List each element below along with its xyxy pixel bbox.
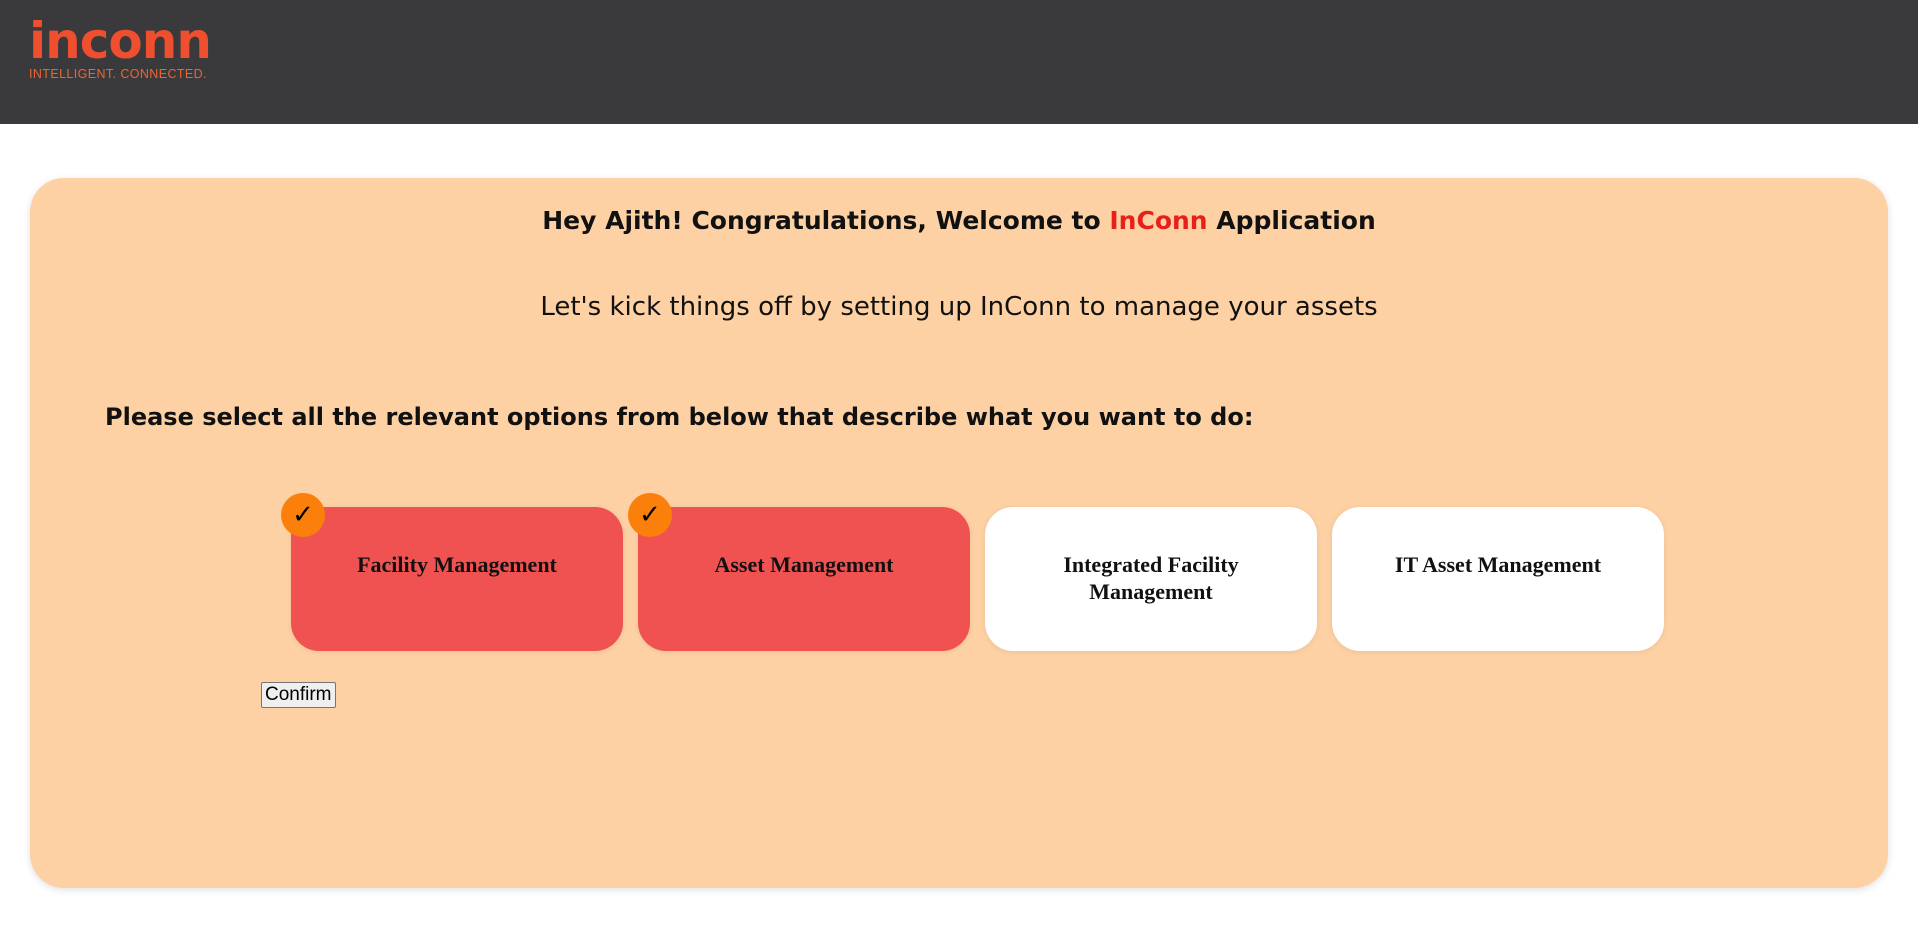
- onboarding-card: Hey Ajith! Congratulations, Welcome to I…: [30, 178, 1888, 888]
- option-label: IT Asset Management: [1394, 552, 1602, 577]
- option-integrated-facility-management[interactable]: ✓ Integrated Facility Management: [985, 507, 1317, 651]
- check-icon: ✓: [628, 493, 672, 537]
- welcome-heading: Hey Ajith! Congratulations, Welcome to I…: [30, 206, 1888, 235]
- check-icon: ✓: [281, 493, 325, 537]
- option-facility-management[interactable]: ✓ Facility Management: [281, 493, 623, 651]
- option-list: ✓ Facility Management ✓ Asset Management…: [281, 493, 1664, 651]
- welcome-brand: InConn: [1109, 206, 1208, 235]
- welcome-suffix: Application: [1207, 206, 1376, 235]
- confirm-button[interactable]: Confirm: [261, 682, 336, 708]
- logo-tagline: INTELLIGENT. CONNECTED.: [29, 67, 207, 81]
- welcome-prefix: Hey Ajith! Congratulations, Welcome to: [542, 206, 1110, 235]
- option-label: Asset Management: [714, 552, 894, 577]
- selection-prompt: Please select all the relevant options f…: [105, 403, 1254, 431]
- option-it-asset-management[interactable]: ✓ IT Asset Management: [1332, 507, 1664, 651]
- onboarding-subtitle: Let's kick things off by setting up InCo…: [540, 292, 1378, 322]
- option-label: Facility Management: [357, 552, 557, 577]
- top-header-bar: inconn INTELLIGENT. CONNECTED.: [0, 0, 1918, 124]
- option-asset-management[interactable]: ✓ Asset Management: [628, 493, 970, 651]
- logo-wordmark: inconn: [29, 12, 212, 70]
- option-label: Integrated Facility Management: [1063, 552, 1239, 604]
- inconn-logo[interactable]: inconn INTELLIGENT. CONNECTED.: [29, 12, 212, 81]
